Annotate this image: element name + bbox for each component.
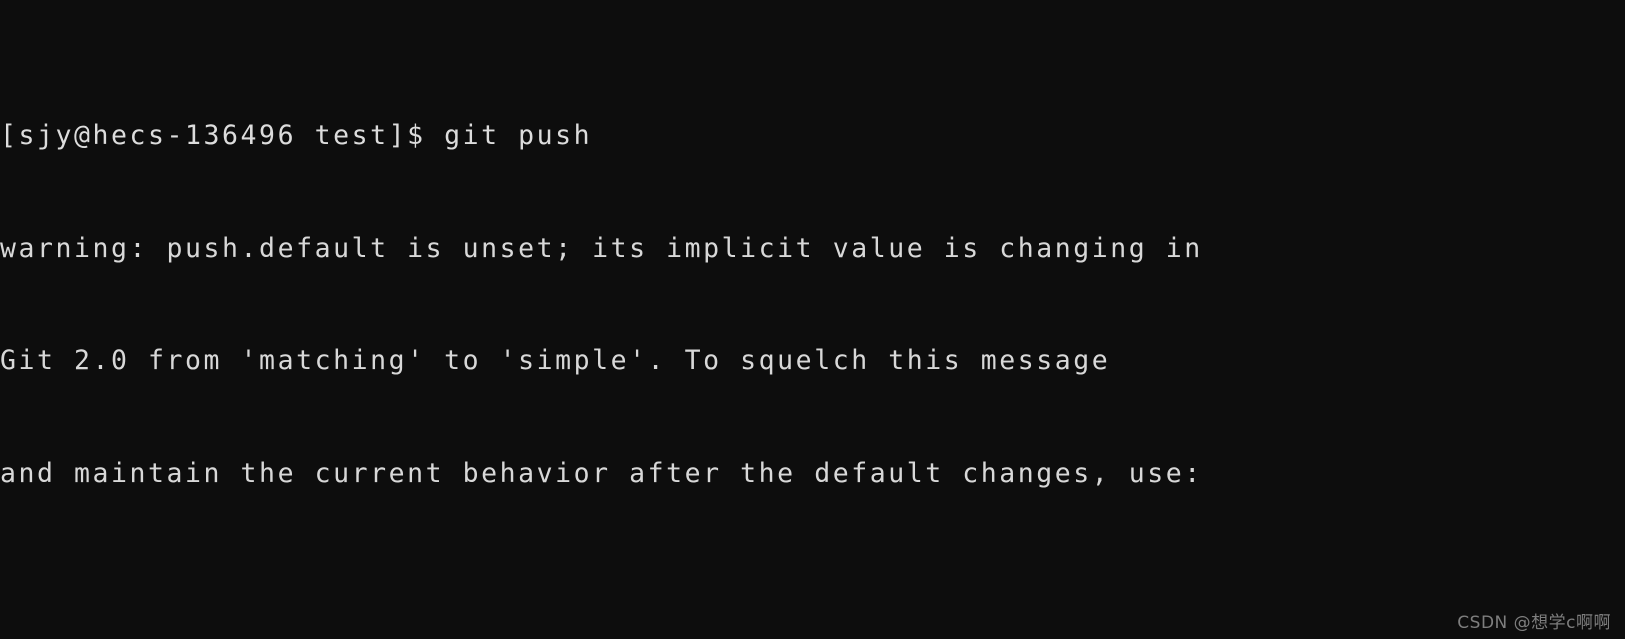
terminal-window[interactable]: [sjy@hecs-136496 test]$ git push warning… — [0, 0, 1625, 639]
terminal-line-warning-cont-1: Git 2.0 from 'matching' to 'simple'. To … — [0, 345, 1111, 377]
terminal-line-command: [sjy@hecs-136496 test]$ git push — [0, 119, 593, 151]
terminal-output-area[interactable]: [sjy@hecs-136496 test]$ git push warning… — [0, 0, 1625, 639]
csdn-watermark: CSDN @想学c啊啊 — [1457, 613, 1611, 633]
terminal-line-warning-cont-2: and maintain the current behavior after … — [0, 458, 1203, 490]
terminal-line-warning: warning: push.default is unset; its impl… — [0, 232, 1203, 264]
terminal-line-blank-1 — [0, 568, 1625, 606]
